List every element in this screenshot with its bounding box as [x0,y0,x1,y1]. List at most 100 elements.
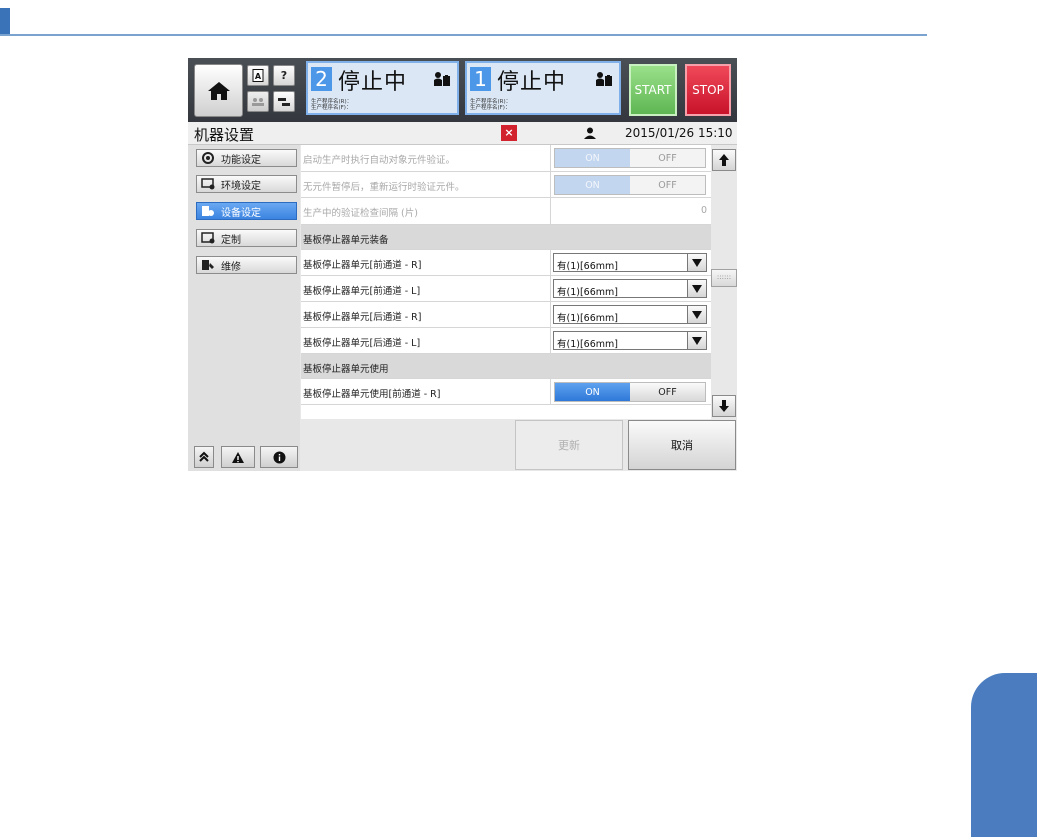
sidebar-item-label: 维修 [221,261,241,273]
toggle-off-option[interactable]: OFF [630,383,705,401]
operator-clipboard-icon [596,72,612,86]
dropdown-arrow-icon[interactable] [687,332,706,349]
auto-verify-toggle[interactable]: ON OFF [554,148,706,168]
setting-label: 基板停止器单元使用[前通道 - R] [303,389,441,400]
home-icon [207,81,230,100]
chapter-side-tab [971,673,1037,837]
lane-2-status-panel[interactable]: 2 停止中 生产程序名(R)： 生产程序名(F)： [306,61,459,115]
warning-button[interactable] [221,446,255,468]
stopper-front-l-select[interactable]: 有(1)[66mm] [553,279,707,298]
cancel-button[interactable]: 取消 [628,420,736,470]
setting-row: 基板停止器单元[前通道 - R] 有(1)[66mm] [301,250,711,276]
info-icon [273,451,285,463]
user-icon [584,127,596,139]
arrow-down-icon [719,400,729,412]
close-button[interactable]: × [501,125,517,141]
update-button[interactable]: 更新 [515,420,623,470]
section-title: 基板停止器单元装备 [303,235,389,246]
stopper-front-r-select[interactable]: 有(1)[66mm] [553,253,707,272]
dropdown-arrow-icon[interactable] [687,254,706,271]
lane-program-names: 生产程序名(R)： 生产程序名(F)： [470,99,512,111]
select-value: 有(1)[66mm] [557,261,618,272]
setting-row: 基板停止器单元[后通道 - R] 有(1)[66mm] [301,302,711,328]
toggle-on-option[interactable]: ON [555,176,630,194]
toggle-off-option[interactable]: OFF [630,149,705,167]
setting-label: 基板停止器单元[后通道 - R] [303,312,422,323]
section-title: 基板停止器单元使用 [303,364,389,375]
page-header-accent [0,8,10,34]
document-a-button[interactable]: A [247,65,269,86]
double-chevron-up-icon [199,451,209,462]
setting-row: 基板停止器单元使用[前通道 - R] ON OFF [301,379,711,405]
sidebar-item-device-settings[interactable]: 设备设定 [196,202,297,220]
collapse-button[interactable] [194,446,214,468]
window-titlebar: 机器设置 × 2015/01/26 15:10 [188,122,737,145]
document-a-icon: A [252,69,264,82]
sidebar-item-function-settings[interactable]: 功能设定 [196,149,297,167]
help-button[interactable]: ? [273,65,295,86]
action-bar: 更新 取消 [301,419,737,471]
maintenance-icon [202,260,214,270]
warning-icon [232,451,244,463]
setting-row: 无元件暂停后，重新运行时验证元件。 ON OFF [301,172,711,198]
scrollbar[interactable]: :::::: [711,145,737,419]
customize-icon [201,232,215,244]
monitor-settings-icon [201,178,215,190]
stop-button[interactable]: STOP [685,64,731,116]
sidebar-item-customize[interactable]: 定制 [196,229,297,247]
dropdown-arrow-icon[interactable] [687,280,706,297]
setting-row: 启动生产时执行自动对象元件验证。 ON OFF [301,145,711,172]
svg-text:A: A [255,72,262,81]
scroll-down-button[interactable] [712,395,736,417]
sidebar-item-maintenance[interactable]: 维修 [196,256,297,274]
sidebar-item-environment-settings[interactable]: 环境设定 [196,175,297,193]
machine-settings-window: A ? 2 停止中 生产程序名(R)： 生产程序名(F)： 1 停止中 生产程序… [188,58,737,471]
setting-label: 基板停止器单元[前通道 - R] [303,260,422,271]
rerun-verify-toggle[interactable]: ON OFF [554,175,706,195]
sidebar-item-label: 功能设定 [221,154,261,166]
setting-label: 基板停止器单元[前通道 - L] [303,286,421,297]
select-value: 有(1)[66mm] [557,339,618,350]
lane-number: 1 [470,67,491,91]
arrow-up-icon [719,154,729,166]
setting-label: 基板停止器单元[后通道 - L] [303,338,421,349]
setting-label: 无元件暂停后，重新运行时验证元件。 [303,182,465,193]
page-title: 机器设置 [194,126,255,144]
page-header-rule [0,34,927,36]
sidebar: 功能设定 环境设定 设备设定 定制 维修 [188,145,300,471]
lane-1-status-panel[interactable]: 1 停止中 生产程序名(R)： 生产程序名(F)： [465,61,621,115]
scroll-thumb[interactable]: :::::: [711,269,737,287]
stopper-rear-l-select[interactable]: 有(1)[66mm] [553,331,707,350]
transfer-icon [278,97,290,106]
sidebar-item-label: 设备设定 [221,207,261,219]
lane-program-names: 生产程序名(R)： 生产程序名(F)： [311,99,353,111]
info-button[interactable] [260,446,298,468]
sidebar-item-label: 定制 [221,234,241,246]
stopper-use-front-r-toggle[interactable]: ON OFF [554,382,706,402]
select-value: 有(1)[66mm] [557,313,618,324]
verify-interval-value[interactable]: 0 [701,205,707,216]
home-button[interactable] [194,64,243,117]
transfer-button[interactable] [273,91,295,112]
operator-button[interactable] [247,91,269,112]
setting-row: 基板停止器单元[前通道 - L] 有(1)[66mm] [301,276,711,302]
section-header: 基板停止器单元使用 [301,354,711,379]
stopper-rear-r-select[interactable]: 有(1)[66mm] [553,305,707,324]
operator-clipboard-icon [434,72,450,86]
toggle-on-option[interactable]: ON [555,149,630,167]
lane-status-text: 停止中 [497,70,567,95]
setting-label: 启动生产时执行自动对象元件验证。 [303,155,456,166]
datetime: 2015/01/26 15:10 [625,126,733,140]
lane-status-text: 停止中 [338,70,408,95]
scroll-up-button[interactable] [712,149,736,171]
toggle-off-option[interactable]: OFF [630,176,705,194]
setting-row: 基板停止器单元[后通道 - L] 有(1)[66mm] [301,328,711,354]
device-settings-icon [202,206,214,216]
start-button[interactable]: START [629,64,677,116]
dropdown-arrow-icon[interactable] [687,306,706,323]
top-header-bar: A ? 2 停止中 生产程序名(R)： 生产程序名(F)： 1 停止中 生产程序… [188,58,737,122]
sidebar-item-label: 环境设定 [221,180,261,192]
section-header: 基板停止器单元装备 [301,225,711,250]
toggle-on-option[interactable]: ON [555,383,630,401]
setting-row: 生产中的验证检查间隔 (片) 0 [301,198,711,225]
